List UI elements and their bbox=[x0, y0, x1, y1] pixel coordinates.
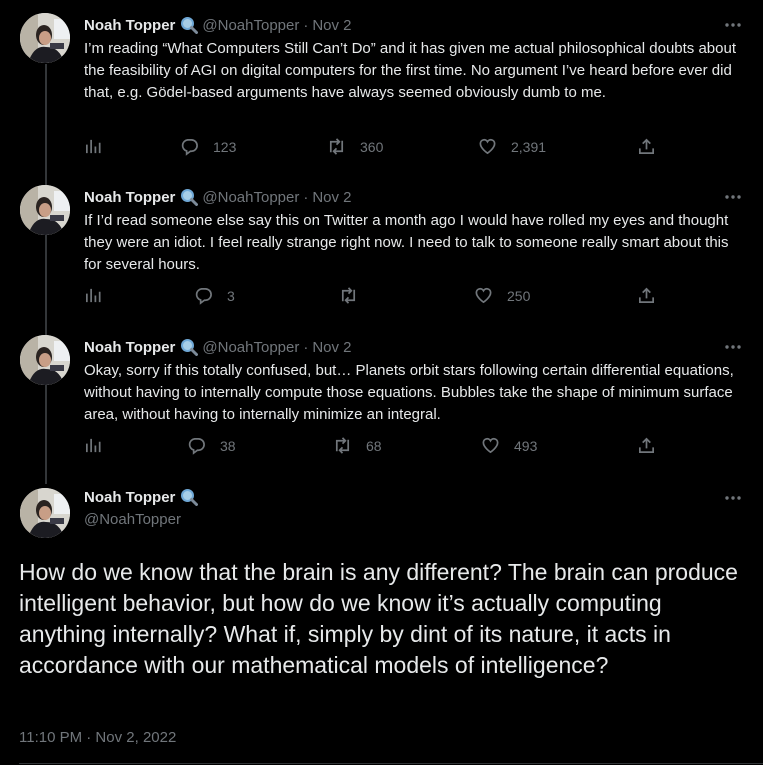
more-options-icon[interactable] bbox=[723, 488, 743, 508]
share-icon bbox=[638, 437, 655, 454]
author-name-row: Noah Topper bbox=[84, 488, 202, 506]
retweet-button[interactable]: 68 bbox=[333, 436, 382, 455]
magnifier-icon bbox=[180, 188, 199, 206]
author-handle[interactable]: @NoahTopper bbox=[202, 189, 299, 206]
reply-button[interactable]: 3 bbox=[194, 286, 235, 305]
tweet-3[interactable]: Noah Topper @NoahTopper · Nov 2 Okay, so… bbox=[0, 335, 763, 465]
retweet-button[interactable] bbox=[339, 286, 372, 305]
separator: · bbox=[303, 338, 309, 356]
tweet-1[interactable]: Noah Topper @NoahTopper · Nov 2 I’m read… bbox=[0, 13, 763, 163]
tweet-2[interactable]: Noah Topper @NoahTopper · Nov 2 If I’d r… bbox=[0, 185, 763, 315]
avatar-image bbox=[20, 335, 70, 385]
tweet-text: I’m reading “What Computers Still Can’t … bbox=[84, 40, 737, 101]
reply-count: 38 bbox=[220, 437, 236, 454]
retweet-button[interactable]: 360 bbox=[327, 137, 383, 156]
share-icon bbox=[638, 138, 655, 155]
reply-icon bbox=[188, 437, 205, 455]
retweet-icon bbox=[341, 287, 356, 304]
heart-icon bbox=[475, 287, 492, 304]
author-name[interactable]: Noah Topper bbox=[84, 489, 175, 506]
heart-icon bbox=[482, 437, 499, 454]
avatar[interactable] bbox=[20, 185, 70, 235]
avatar[interactable] bbox=[20, 13, 70, 63]
more-options-icon[interactable] bbox=[723, 15, 743, 35]
retweet-icon bbox=[335, 437, 350, 454]
share-button[interactable] bbox=[637, 286, 656, 305]
analytics-icon bbox=[85, 438, 101, 453]
like-count: 250 bbox=[507, 287, 531, 304]
tweet-timestamp[interactable]: 11:10 PM · Nov 2, 2022 bbox=[19, 729, 176, 746]
author-handle[interactable]: @NoahTopper bbox=[202, 339, 299, 356]
tweet-actions: 3 250 bbox=[84, 286, 684, 310]
reply-icon bbox=[195, 287, 212, 305]
divider bbox=[19, 763, 763, 764]
avatar-image bbox=[20, 488, 70, 538]
tweet-header: Noah Topper @NoahTopper · Nov 2 bbox=[84, 13, 352, 37]
tweet-date[interactable]: Nov 2 bbox=[312, 339, 351, 356]
share-button[interactable] bbox=[637, 137, 656, 156]
more-options-icon[interactable] bbox=[723, 337, 743, 357]
tweet-date[interactable]: Nov 2 bbox=[312, 189, 351, 206]
reply-button[interactable]: 38 bbox=[187, 436, 236, 455]
separator: · bbox=[303, 16, 309, 34]
retweet-icon bbox=[329, 138, 344, 155]
like-button[interactable]: 493 bbox=[481, 436, 537, 455]
retweet-count: 360 bbox=[360, 138, 384, 155]
separator: · bbox=[303, 188, 309, 206]
like-count: 2,391 bbox=[511, 138, 547, 155]
reply-button[interactable]: 123 bbox=[180, 137, 236, 156]
author-handle[interactable]: @NoahTopper bbox=[202, 17, 299, 34]
avatar[interactable] bbox=[20, 488, 70, 538]
tweet-actions: 38 68 493 bbox=[84, 436, 684, 460]
reply-count: 3 bbox=[227, 287, 235, 304]
main-tweet-text: How do we know that the brain is any dif… bbox=[19, 559, 738, 678]
magnifier-icon bbox=[180, 338, 199, 356]
magnifier-icon bbox=[180, 16, 199, 34]
like-button[interactable]: 250 bbox=[474, 286, 530, 305]
tweet-actions: 123 360 2,391 bbox=[84, 137, 684, 161]
analytics-button[interactable] bbox=[84, 137, 103, 156]
tweet-header: Noah Topper @NoahTopper · Nov 2 bbox=[84, 335, 352, 359]
reply-count: 123 bbox=[213, 138, 237, 155]
analytics-button[interactable] bbox=[84, 436, 103, 455]
avatar[interactable] bbox=[20, 335, 70, 385]
more-options-icon[interactable] bbox=[723, 187, 743, 207]
avatar-image bbox=[20, 185, 70, 235]
reply-icon bbox=[181, 138, 198, 156]
share-button[interactable] bbox=[637, 436, 656, 455]
analytics-button[interactable] bbox=[84, 286, 103, 305]
main-tweet: Noah Topper @NoahTopper How do we know t… bbox=[0, 488, 763, 763]
retweet-count: 68 bbox=[366, 437, 382, 454]
analytics-icon bbox=[85, 288, 101, 303]
tweet-date[interactable]: Nov 2 bbox=[312, 17, 351, 34]
author-name[interactable]: Noah Topper bbox=[84, 339, 175, 356]
analytics-icon bbox=[85, 139, 101, 154]
heart-icon bbox=[479, 138, 496, 155]
tweet-text: Okay, sorry if this totally confused, bu… bbox=[84, 362, 734, 423]
tweet-header: Noah Topper @NoahTopper · Nov 2 bbox=[84, 185, 352, 209]
magnifier-icon bbox=[180, 488, 199, 506]
avatar-image bbox=[20, 13, 70, 63]
like-button[interactable]: 2,391 bbox=[478, 137, 546, 156]
share-icon bbox=[638, 287, 655, 304]
author-name[interactable]: Noah Topper bbox=[84, 189, 175, 206]
like-count: 493 bbox=[514, 437, 538, 454]
author-handle[interactable]: @NoahTopper bbox=[84, 511, 181, 528]
author-name[interactable]: Noah Topper bbox=[84, 17, 175, 34]
tweet-text: If I’d read someone else say this on Twi… bbox=[84, 212, 729, 273]
